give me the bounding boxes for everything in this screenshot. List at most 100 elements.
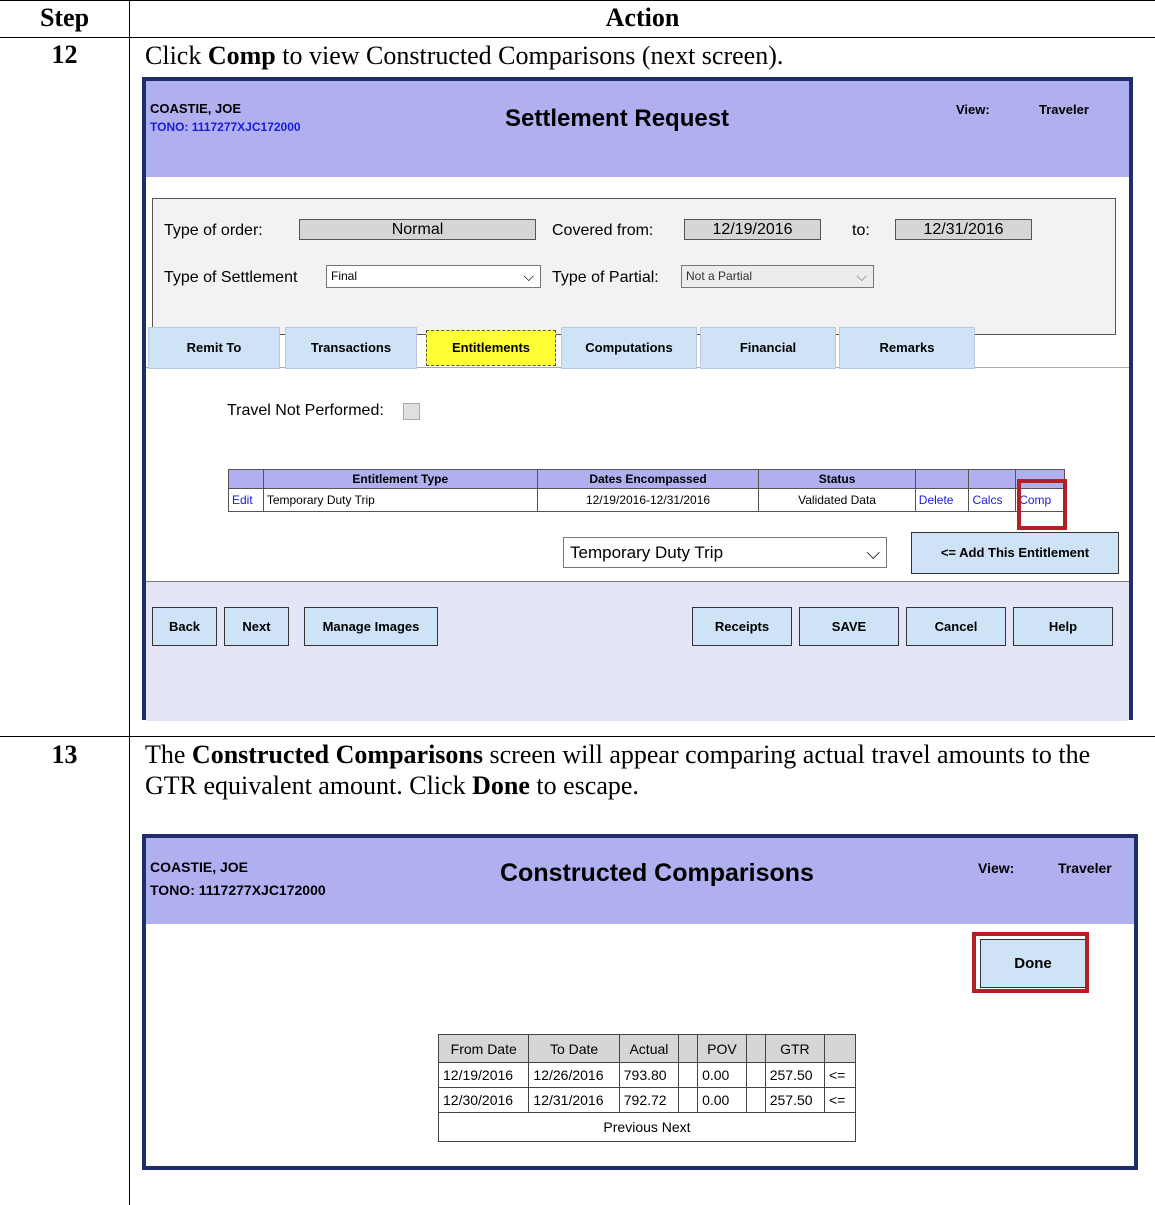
table-header-row: From Date To Date Actual POV GTR bbox=[437, 1034, 856, 1063]
page-title: Constructed Comparisons bbox=[500, 859, 814, 887]
travel-not-performed-label: Travel Not Performed: bbox=[227, 402, 384, 419]
type-of-order-label: Type of order: bbox=[164, 222, 263, 239]
chevron-down-icon: ⌵ bbox=[856, 268, 867, 284]
calcs-link[interactable]: Calcs bbox=[968, 488, 1017, 512]
tono: TONO: 1117277XJC172000 bbox=[150, 882, 326, 898]
table-header bbox=[824, 1034, 856, 1063]
view-label: View: bbox=[978, 860, 1015, 876]
select-row-link[interactable]: <= bbox=[824, 1062, 856, 1088]
receipts-button[interactable]: Receipts bbox=[692, 607, 792, 646]
select-row-link[interactable]: <= bbox=[824, 1087, 856, 1113]
table-header-divider bbox=[0, 37, 1155, 38]
tab-entitlements[interactable]: Entitlements bbox=[426, 330, 556, 366]
entitlements-table: Entitlement Type Dates Encompassed Statu… bbox=[228, 469, 1065, 512]
table-header: POV bbox=[697, 1034, 747, 1063]
cancel-button[interactable]: Cancel bbox=[906, 607, 1006, 646]
chevron-down-icon: ⌵ bbox=[523, 268, 534, 284]
add-entitlement-button[interactable]: <= Add This Entitlement bbox=[911, 532, 1119, 574]
table-cell: 12/30/2016 bbox=[437, 1087, 530, 1113]
type-of-order-field: Normal bbox=[299, 219, 536, 240]
tab-transactions[interactable]: Transactions bbox=[285, 327, 417, 369]
table-cell bbox=[678, 1062, 699, 1088]
table-header: Actual bbox=[618, 1034, 680, 1063]
table-cell: 12/26/2016 bbox=[528, 1062, 620, 1088]
type-of-settlement-label: Type of Settlement bbox=[164, 269, 298, 286]
table-cell: 0.00 bbox=[697, 1062, 747, 1088]
table-header: Status bbox=[758, 469, 916, 489]
table-row: 12/19/2016 12/26/2016 793.80 0.00 257.50… bbox=[437, 1062, 856, 1088]
table-border-top bbox=[0, 0, 1155, 1]
table-cell: 0.00 bbox=[697, 1087, 747, 1113]
tab-computations[interactable]: Computations bbox=[561, 327, 697, 369]
tono: TONO: 1117277XJC172000 bbox=[150, 120, 301, 134]
next-button[interactable]: Next bbox=[224, 607, 289, 646]
to-label: to: bbox=[852, 222, 870, 239]
pager[interactable]: Previous Next bbox=[438, 1112, 856, 1142]
table-cell: 792.72 bbox=[618, 1087, 680, 1113]
step-number-12: 12 bbox=[51, 40, 78, 69]
type-of-partial-select[interactable]: Not a Partial ⌵ bbox=[681, 265, 874, 288]
delete-link[interactable]: Delete bbox=[914, 488, 970, 512]
table-header bbox=[678, 1034, 699, 1063]
action-header: Action bbox=[605, 3, 680, 32]
chevron-down-icon: ⌵ bbox=[866, 543, 880, 563]
tab-remarks[interactable]: Remarks bbox=[839, 327, 975, 369]
tab-remit-to[interactable]: Remit To bbox=[148, 327, 280, 369]
back-button[interactable]: Back bbox=[152, 607, 217, 646]
step13-instruction: The Constructed Comparisons screen will … bbox=[145, 740, 1091, 800]
type-of-settlement-select[interactable]: Final ⌵ bbox=[326, 265, 541, 288]
traveler-name: COASTIE, JOE bbox=[150, 101, 242, 116]
table-cell: 793.80 bbox=[618, 1062, 680, 1088]
table-header: Entitlement Type bbox=[262, 469, 538, 489]
tab-financial[interactable]: Financial bbox=[700, 327, 836, 369]
dates-cell: 12/19/2016-12/31/2016 bbox=[536, 488, 760, 512]
traveler-name: COASTIE, JOE bbox=[150, 859, 249, 875]
table-header bbox=[745, 1034, 766, 1063]
step-number-13: 13 bbox=[51, 740, 78, 769]
view-label: View: bbox=[956, 102, 990, 117]
table-cell bbox=[745, 1062, 766, 1088]
entitlement-type-cell: Temporary Duty Trip bbox=[262, 488, 538, 512]
table-cell: 12/19/2016 bbox=[437, 1062, 530, 1088]
constructed-comparisons-screenshot: COASTIE, JOE TONO: 1117277XJC172000 Cons… bbox=[142, 834, 1138, 1170]
pager-row: Previous Next bbox=[438, 1112, 856, 1142]
table-row: Edit Temporary Duty Trip 12/19/2016-12/3… bbox=[228, 488, 1065, 512]
edit-link[interactable]: Edit bbox=[228, 488, 264, 512]
table-header bbox=[968, 469, 1017, 489]
comp-highlight-box bbox=[1017, 479, 1067, 530]
table-cell: 257.50 bbox=[764, 1062, 826, 1088]
row-divider bbox=[0, 736, 1155, 737]
table-header-row: Entitlement Type Dates Encompassed Statu… bbox=[228, 469, 1065, 489]
table-cell bbox=[745, 1087, 766, 1113]
entitlement-type-select[interactable]: Temporary Duty Trip ⌵ bbox=[563, 537, 887, 568]
table-header bbox=[228, 469, 264, 489]
done-highlight-box bbox=[972, 932, 1089, 993]
table-cell: 257.50 bbox=[764, 1087, 826, 1113]
column-divider bbox=[129, 0, 130, 1205]
view-value: Traveler bbox=[1039, 102, 1089, 117]
comparisons-table: From Date To Date Actual POV GTR 12/19/2… bbox=[437, 1034, 856, 1142]
table-header: To Date bbox=[528, 1034, 620, 1063]
covered-from-field: 12/19/2016 bbox=[684, 219, 821, 240]
table-cell bbox=[678, 1087, 699, 1113]
travel-not-performed-checkbox[interactable] bbox=[403, 403, 420, 420]
covered-from-label: Covered from: bbox=[552, 222, 654, 239]
table-header: From Date bbox=[437, 1034, 530, 1063]
table-cell: 12/31/2016 bbox=[528, 1087, 620, 1113]
view-value: Traveler bbox=[1058, 860, 1112, 876]
settlement-request-screenshot: COASTIE, JOE TONO: 1117277XJC172000 Sett… bbox=[142, 77, 1133, 721]
help-button[interactable]: Help bbox=[1013, 607, 1113, 646]
table-header: Dates Encompassed bbox=[536, 469, 760, 489]
step12-instruction: Click Comp to view Constructed Compariso… bbox=[145, 41, 784, 70]
page-title: Settlement Request bbox=[505, 105, 730, 132]
button-bar bbox=[146, 581, 1129, 721]
table-header bbox=[914, 469, 970, 489]
step-header: Step bbox=[39, 3, 90, 32]
save-button[interactable]: SAVE bbox=[799, 607, 899, 646]
table-header: GTR bbox=[764, 1034, 826, 1063]
to-field: 12/31/2016 bbox=[895, 219, 1032, 240]
manage-images-button[interactable]: Manage Images bbox=[304, 607, 438, 646]
status-cell: Validated Data bbox=[758, 488, 916, 512]
type-of-partial-label: Type of Partial: bbox=[552, 269, 659, 286]
table-row: 12/30/2016 12/31/2016 792.72 0.00 257.50… bbox=[437, 1087, 856, 1113]
